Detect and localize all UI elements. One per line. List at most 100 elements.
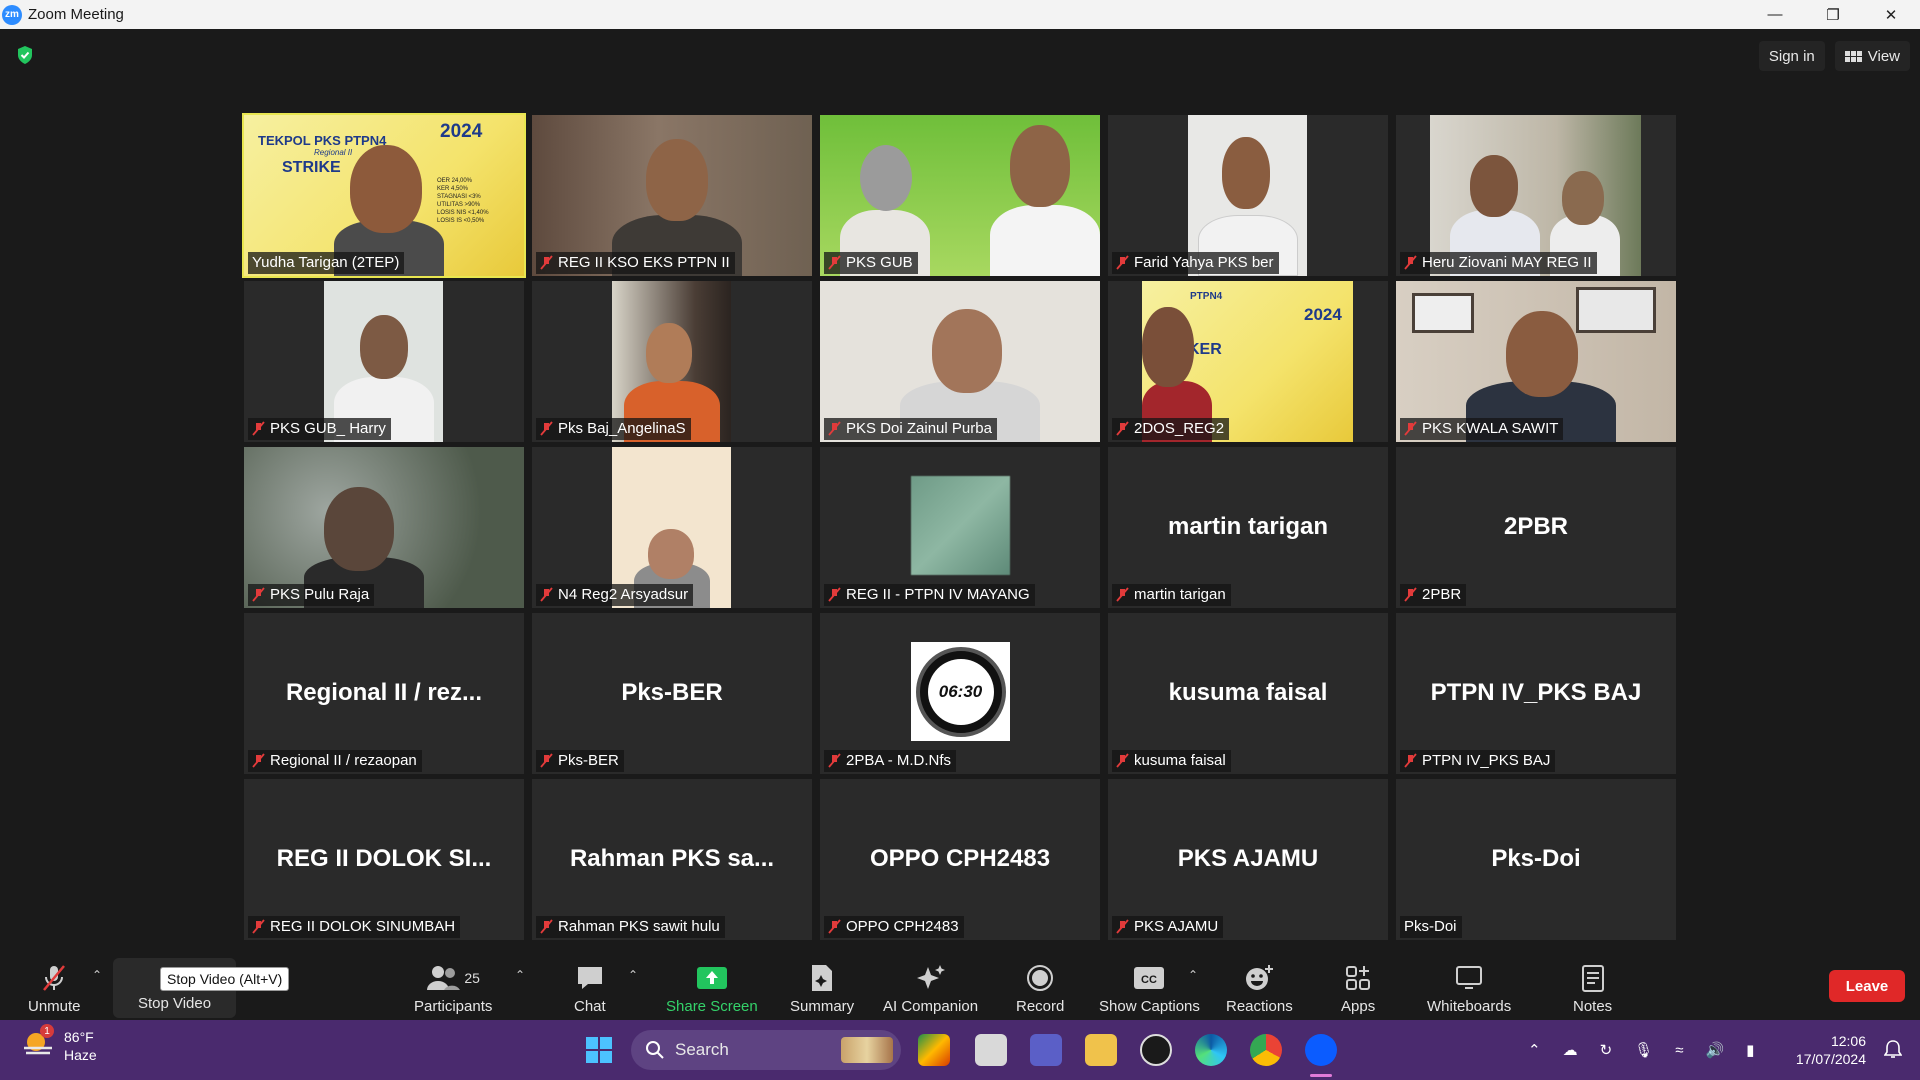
participant-tile[interactable]: PKS KWALA SAWIT: [1396, 281, 1676, 442]
sign-in-button[interactable]: Sign in: [1758, 41, 1825, 71]
participant-name: Heru Ziovani MAY REG II: [1422, 254, 1592, 271]
edge-browser-icon[interactable]: [1195, 1034, 1227, 1066]
participant-tile[interactable]: Regional II / rez... Regional II / rezao…: [244, 613, 524, 774]
windows-start-icon[interactable]: [583, 1034, 615, 1066]
file-explorer-icon[interactable]: [1085, 1034, 1117, 1066]
captions-options-chevron-icon[interactable]: ⌃: [1188, 968, 1198, 982]
muted-mic-icon: [1116, 255, 1129, 270]
participant-tile[interactable]: kusuma faisal kusuma faisal: [1108, 613, 1388, 774]
reactions-button[interactable]: Reactions: [1226, 962, 1293, 1015]
encryption-shield-icon[interactable]: [16, 45, 34, 65]
participant-name: martin tarigan: [1134, 586, 1226, 603]
apps-icon: [1346, 966, 1371, 990]
battery-icon[interactable]: ▮: [1746, 1041, 1754, 1059]
participants-icon: [427, 966, 461, 990]
muted-mic-icon: [1404, 587, 1417, 602]
participant-tile[interactable]: REG II DOLOK SI... REG II DOLOK SINUMBAH: [244, 779, 524, 940]
muted-mic-icon: [540, 919, 553, 934]
notification-bell-icon[interactable]: [1883, 1039, 1903, 1059]
participant-tile[interactable]: Farid Yahya PKS ber: [1108, 115, 1388, 276]
participant-tile[interactable]: OPPO CPH2483 OPPO CPH2483: [820, 779, 1100, 940]
participant-tile[interactable]: martin tarigan martin tarigan: [1108, 447, 1388, 608]
participant-tile[interactable]: Pks-Doi Pks-Doi: [1396, 779, 1676, 940]
participant-tile[interactable]: 2PBR 2PBR: [1396, 447, 1676, 608]
participant-tile[interactable]: PKS GUB_ Harry: [244, 281, 524, 442]
apps-button[interactable]: Apps: [1341, 962, 1375, 1015]
media-player-icon[interactable]: [1140, 1034, 1172, 1066]
participant-name: Rahman PKS sawit hulu: [558, 918, 720, 935]
chrome-browser-icon[interactable]: [1250, 1034, 1282, 1066]
view-button[interactable]: View: [1834, 41, 1910, 71]
muted-mic-icon: [252, 421, 265, 436]
onedrive-cloud-icon[interactable]: ☁: [1563, 1041, 1578, 1059]
ai-companion-button[interactable]: AI Companion: [883, 962, 978, 1015]
muted-mic-icon: [1116, 753, 1129, 768]
participants-options-chevron-icon[interactable]: ⌃: [515, 968, 525, 982]
banner-title: TEKPOL PKS PTPN4: [258, 133, 387, 148]
minimize-button[interactable]: —: [1746, 0, 1804, 29]
audio-options-chevron-icon[interactable]: ⌃: [92, 968, 102, 982]
participant-tile[interactable]: Pks Baj_AngelinaS: [532, 281, 812, 442]
participant-tile[interactable]: 2024 PTPN4 KER 2DOS_REG2: [1108, 281, 1388, 442]
weather-widget[interactable]: 1 86°F Haze: [22, 1024, 97, 1064]
show-hidden-icons-chevron-icon[interactable]: ⌃: [1528, 1041, 1541, 1059]
task-view-icon[interactable]: [975, 1034, 1007, 1066]
participant-tile[interactable]: REG II KSO EKS PTPN II: [532, 115, 812, 276]
participants-button[interactable]: 25 Participants: [414, 962, 492, 1015]
muted-mic-icon: [252, 919, 265, 934]
leave-button[interactable]: Leave: [1829, 970, 1905, 1002]
close-button[interactable]: ✕: [1862, 0, 1920, 29]
participants-count: 25: [464, 970, 480, 986]
teams-icon[interactable]: [1030, 1034, 1062, 1066]
participant-tile[interactable]: Rahman PKS sa... Rahman PKS sawit hulu: [532, 779, 812, 940]
participant-name: 2DOS_REG2: [1134, 420, 1225, 437]
wifi-icon[interactable]: ≈: [1675, 1042, 1683, 1059]
notes-icon: [1581, 965, 1604, 992]
sync-icon[interactable]: ↻: [1600, 1041, 1613, 1059]
participant-tile[interactable]: PTPN IV_PKS BAJ PTPN IV_PKS BAJ: [1396, 613, 1676, 774]
record-button[interactable]: Record: [1016, 962, 1064, 1015]
participant-tile[interactable]: PKS GUB: [820, 115, 1100, 276]
unmute-button[interactable]: Unmute: [28, 962, 81, 1015]
participant-tile[interactable]: PKS Doi Zainul Purba: [820, 281, 1100, 442]
chat-options-chevron-icon[interactable]: ⌃: [628, 968, 638, 982]
muted-mic-icon: [540, 587, 553, 602]
meeting-area: Sign in View TEKPOL PKS PTPN4 Regional I…: [0, 29, 1920, 956]
chat-button[interactable]: Chat: [574, 962, 606, 1015]
muted-mic-icon: [828, 421, 841, 436]
participant-tile-active-speaker[interactable]: TEKPOL PKS PTPN4 Regional II 2024 STRIKE…: [242, 113, 526, 278]
participant-tile[interactable]: PKS AJAMU PKS AJAMU: [1108, 779, 1388, 940]
taskbar-clock[interactable]: 12:06 17/07/2024: [1796, 1032, 1866, 1068]
muted-mic-icon: [1116, 587, 1129, 602]
participant-tile[interactable]: Pks-BER Pks-BER: [532, 613, 812, 774]
zoom-taskbar-icon[interactable]: [1305, 1034, 1337, 1066]
microphone-icon[interactable]: 🎙: [1634, 1041, 1653, 1059]
clock-badge-text: 06:30: [938, 681, 983, 701]
participant-name: PKS GUB: [846, 254, 913, 271]
participant-name: REG II - PTPN IV MAYANG: [846, 586, 1030, 603]
whiteboard-icon: [1456, 966, 1483, 989]
summary-icon: [812, 965, 833, 991]
show-captions-button[interactable]: CC Show Captions: [1099, 962, 1200, 1015]
banner-word: STRIKE: [282, 159, 341, 176]
muted-mic-icon: [828, 587, 841, 602]
search-icon: [646, 1041, 664, 1059]
participant-tile[interactable]: Heru Ziovani MAY REG II: [1396, 115, 1676, 276]
reactions-emoji-icon: [1246, 965, 1274, 990]
participant-tile[interactable]: N4 Reg2 Arsyadsur: [532, 447, 812, 608]
notes-button[interactable]: Notes: [1573, 962, 1612, 1015]
volume-icon[interactable]: 🔊: [1705, 1041, 1724, 1059]
share-screen-button[interactable]: Share Screen: [666, 962, 758, 1015]
weather-notification-badge: 1: [40, 1024, 54, 1038]
taskbar-search[interactable]: Search: [631, 1030, 901, 1070]
participant-tile[interactable]: 06:30 2PBA - M.D.Nfs: [820, 613, 1100, 774]
restore-button[interactable]: ❐: [1804, 0, 1862, 29]
whiteboards-button[interactable]: Whiteboards: [1427, 962, 1511, 1015]
copilot-preview-app-icon[interactable]: [918, 1034, 950, 1066]
summary-button[interactable]: Summary: [790, 962, 854, 1015]
participant-tile[interactable]: PKS Pulu Raja: [244, 447, 524, 608]
participant-name: PTPN IV_PKS BAJ: [1422, 752, 1551, 769]
participant-name: 2PBA - M.D.Nfs: [846, 752, 952, 769]
participant-name: Yudha Tarigan (2TEP): [252, 254, 400, 271]
participant-tile[interactable]: REG II - PTPN IV MAYANG: [820, 447, 1100, 608]
